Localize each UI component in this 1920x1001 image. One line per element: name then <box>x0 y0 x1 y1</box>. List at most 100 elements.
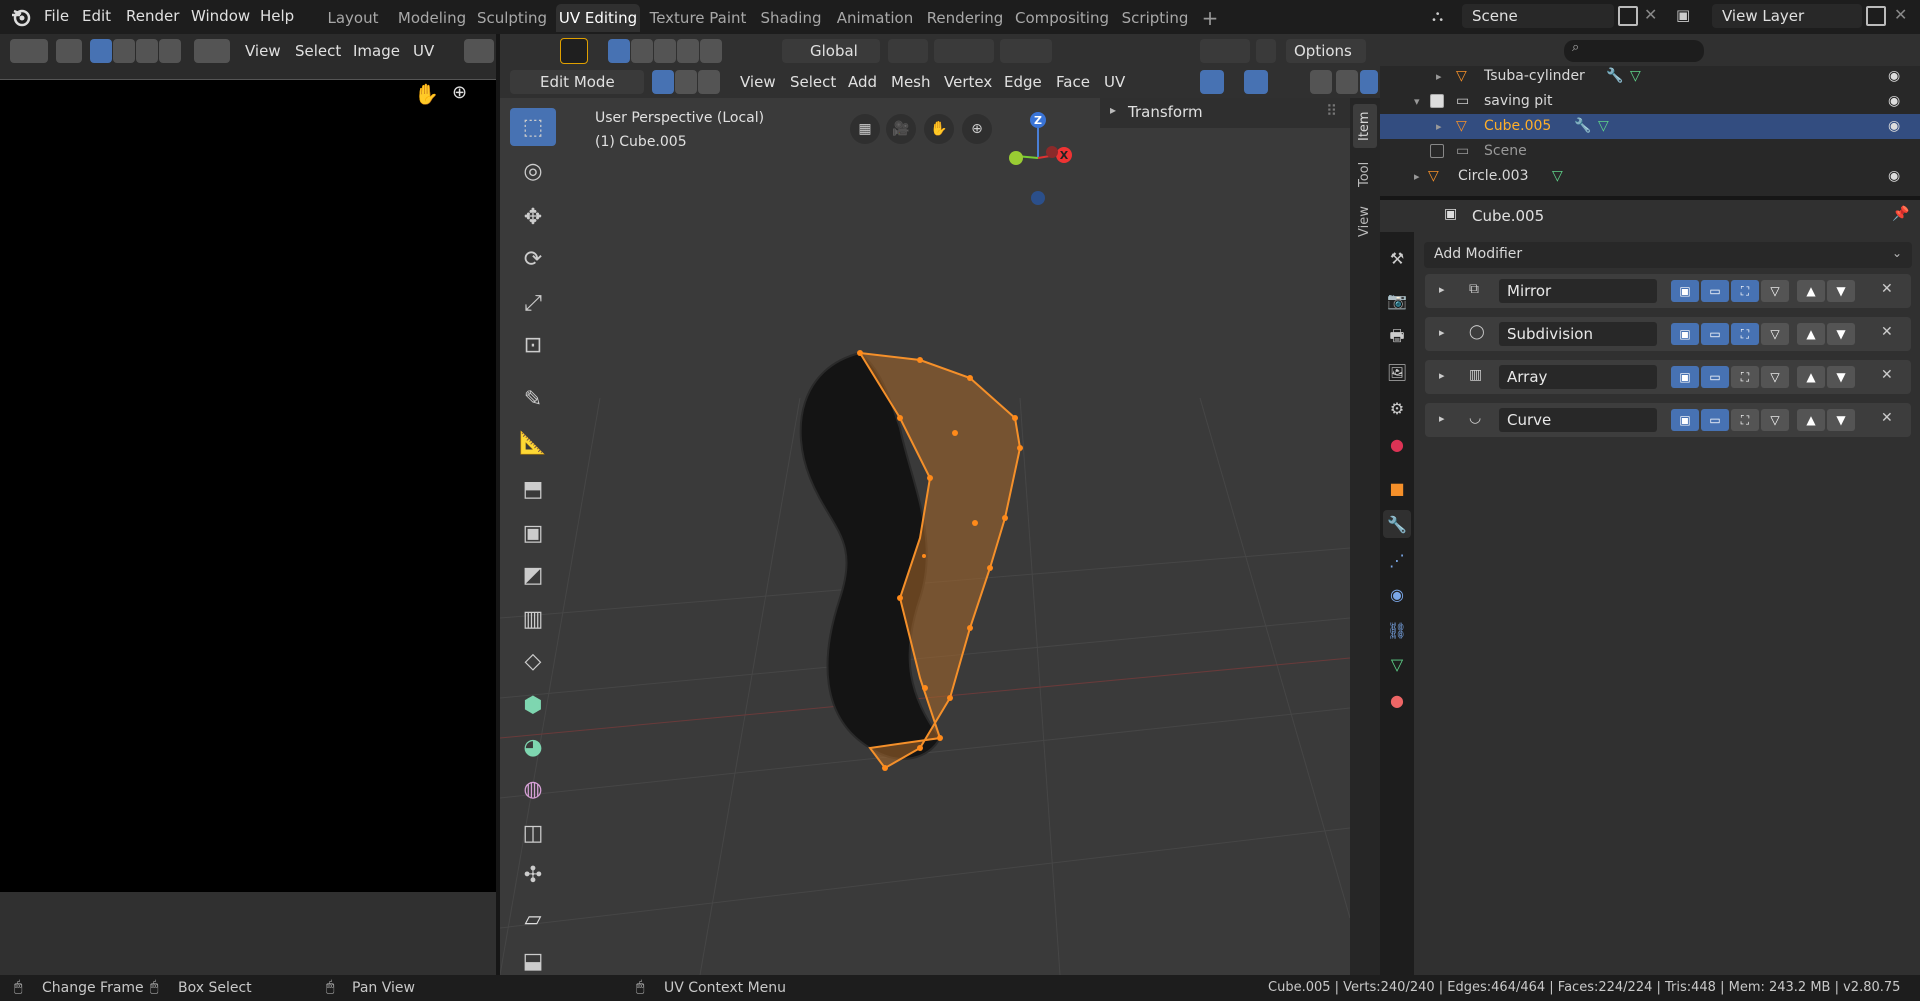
cage-toggle-icon[interactable]: ▽ <box>1761 280 1789 302</box>
collapse-icon[interactable]: ▾ <box>1414 89 1420 114</box>
view-layer-icon[interactable]: ▣ <box>1676 6 1706 28</box>
world-icon[interactable]: ● <box>1383 430 1411 458</box>
editmode-toggle-icon[interactable]: ▣ <box>1671 323 1699 345</box>
scene-props-icon[interactable]: ⚙ <box>1383 394 1411 422</box>
outliner-row[interactable]: ▭ Scene <box>1380 139 1920 164</box>
visibility-icon[interactable] <box>1158 70 1194 94</box>
proportional-edit-icon[interactable] <box>1000 39 1052 63</box>
solid-shading-icon[interactable] <box>1360 70 1378 94</box>
move-down-icon[interactable]: ▼ <box>1827 323 1855 345</box>
particles-icon[interactable]: ⋰ <box>1383 546 1411 574</box>
object-props-icon[interactable]: ■ <box>1383 474 1411 502</box>
properties-editor-type-icon[interactable] <box>1392 205 1428 227</box>
remove-modifier-icon[interactable]: ✕ <box>1881 410 1893 426</box>
uv-sync-icon[interactable] <box>56 39 82 63</box>
viewport-toggle-icon[interactable]: ▭ <box>1701 366 1729 388</box>
move-up-icon[interactable]: ▲ <box>1797 323 1825 345</box>
tab-layout[interactable]: Layout <box>320 4 386 32</box>
extrude-tool-icon[interactable]: ⬒ <box>510 470 556 508</box>
menu-render[interactable]: Render <box>126 0 179 34</box>
scene-icon[interactable]: ⛬ <box>1432 6 1460 28</box>
toggle-camera-icon[interactable]: ▦ <box>850 114 880 144</box>
editor-type-icon[interactable] <box>10 39 48 63</box>
outliner-editor-type-icon[interactable] <box>1392 39 1428 61</box>
outliner-row[interactable]: ▾ ▭ saving pit ◉ <box>1380 89 1920 114</box>
viewport-toggle-icon[interactable]: ▭ <box>1701 409 1729 431</box>
expand-icon[interactable]: ▸ <box>1439 369 1445 382</box>
spin-tool-icon[interactable]: ◕ <box>510 728 556 766</box>
rotate-tool-icon[interactable]: ⟳ <box>510 240 556 278</box>
modifier-name-field[interactable]: Curve <box>1499 408 1657 432</box>
viewport-toggle-icon[interactable]: ▭ <box>1701 323 1729 345</box>
modifier-name-field[interactable]: Array <box>1499 365 1657 389</box>
vp-menu-vertex[interactable]: Vertex <box>944 73 992 91</box>
uv-canvas[interactable] <box>0 80 496 892</box>
editor-type-3d-icon[interactable] <box>512 39 548 63</box>
remove-modifier-icon[interactable]: ✕ <box>1881 367 1893 383</box>
tab-texture-paint[interactable]: Texture Paint <box>648 4 748 32</box>
move-down-icon[interactable]: ▼ <box>1827 366 1855 388</box>
menu-file[interactable]: File <box>44 0 69 34</box>
face-select-icon[interactable] <box>698 70 720 94</box>
select-new-icon[interactable] <box>608 39 630 63</box>
camera-view-icon[interactable]: 🎥 <box>886 114 916 144</box>
gizmo-toggle-icon[interactable] <box>1200 70 1224 94</box>
annotate-tool-icon[interactable]: ✎ <box>510 380 556 418</box>
pivot-icon[interactable] <box>464 39 494 63</box>
menu-help[interactable]: Help <box>260 0 294 34</box>
tab-item[interactable]: Item <box>1353 104 1377 148</box>
outliner-row[interactable]: ▸ ▽ Tsuba-cylinder 🔧 ▽ ◉ <box>1380 64 1920 89</box>
expand-icon[interactable]: ▸ <box>1436 64 1442 89</box>
edge-select-icon[interactable] <box>675 70 697 94</box>
outliner-row-selected[interactable]: ▸ ▽ Cube.005 🔧 ▽ ◉ <box>1380 114 1920 139</box>
editmode-toggle-icon[interactable]: ▣ <box>1671 366 1699 388</box>
vp-menu-select[interactable]: Select <box>790 73 836 91</box>
material-icon[interactable]: ● <box>1383 686 1411 714</box>
expand-icon[interactable]: ▸ <box>1439 326 1445 339</box>
move-up-icon[interactable]: ▲ <box>1797 366 1825 388</box>
panel-drag-icon[interactable]: ⠿ <box>1326 102 1337 120</box>
uv-vertex-mode-icon[interactable] <box>90 39 112 63</box>
add-workspace-icon[interactable]: + <box>1198 4 1222 32</box>
vp-menu-add[interactable]: Add <box>848 73 877 91</box>
viewport-canvas[interactable]: User Perspective (Local) (1) Cube.005 ▦ … <box>500 98 1350 975</box>
uv-zoom-icon[interactable]: ⊕ <box>452 82 480 110</box>
uv-menu-select[interactable]: Select <box>295 42 341 60</box>
render-icon[interactable]: 📷 <box>1383 286 1411 314</box>
tab-shading[interactable]: Shading <box>756 4 826 32</box>
uv-pan-icon[interactable]: ✋ <box>414 82 442 110</box>
vp-menu-edge[interactable]: Edge <box>1004 73 1042 91</box>
render-toggle-icon[interactable]: ⛶ <box>1731 323 1759 345</box>
xray-icon[interactable] <box>1310 70 1332 94</box>
display-mode-icon[interactable] <box>1436 39 1472 61</box>
tab-tool[interactable]: Tool <box>1353 154 1377 194</box>
select-intersect-icon[interactable] <box>700 39 722 63</box>
pin-icon[interactable]: 📌 <box>1892 206 1909 222</box>
edge-slide-tool-icon[interactable]: ◫ <box>510 814 556 852</box>
view-layer-props-icon[interactable]: 🖼 <box>1383 358 1411 386</box>
new-view-layer-icon[interactable] <box>1866 6 1886 26</box>
transform-panel-title[interactable]: Transform <box>1128 103 1203 121</box>
modifier-panel[interactable]: ▸ ⧉ Mirror ▣ ▭ ⛶ ▽ ▲ ▼ ✕ <box>1425 274 1911 308</box>
remove-modifier-icon[interactable]: ✕ <box>1881 281 1893 297</box>
loop-cut-tool-icon[interactable]: ▥ <box>510 600 556 638</box>
tab-animation[interactable]: Animation <box>834 4 916 32</box>
modifier-panel[interactable]: ▸ ▥ Array ▣ ▭ ⛶ ▽ ▲ ▼ ✕ <box>1425 360 1911 394</box>
expand-icon[interactable]: ▸ <box>1414 164 1420 189</box>
bevel-tool-icon[interactable]: ◩ <box>510 556 556 594</box>
menu-edit[interactable]: Edit <box>82 0 111 34</box>
snap-icon[interactable] <box>934 39 994 63</box>
eye-icon[interactable]: ◉ <box>1888 89 1900 114</box>
view-layer-field[interactable]: View Layer <box>1712 4 1862 28</box>
eye-icon[interactable]: ◉ <box>1888 114 1900 139</box>
expand-icon[interactable]: ▸ <box>1439 283 1445 296</box>
remove-modifier-icon[interactable]: ✕ <box>1881 324 1893 340</box>
render-toggle-icon[interactable]: ⛶ <box>1731 280 1759 302</box>
blender-logo-icon[interactable] <box>10 6 32 28</box>
mirror-x-icon[interactable] <box>1200 39 1250 63</box>
modifier-name-field[interactable]: Mirror <box>1499 279 1657 303</box>
tab-rendering[interactable]: Rendering <box>924 4 1006 32</box>
modifier-panel[interactable]: ▸ ◯ Subdivision ▣ ▭ ⛶ ▽ ▲ ▼ ✕ <box>1425 317 1911 351</box>
uv-island-mode-icon[interactable] <box>159 39 181 63</box>
expand-icon[interactable]: ▸ <box>1436 114 1442 139</box>
